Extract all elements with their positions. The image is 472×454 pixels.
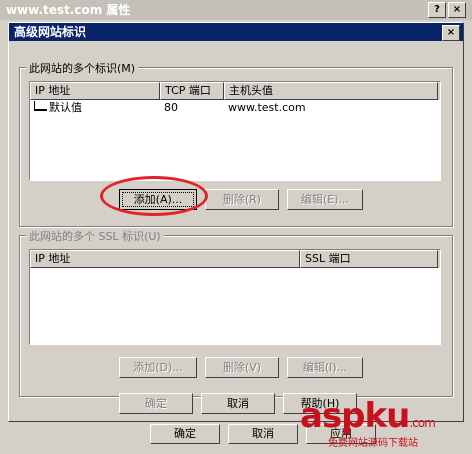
host-value: www.test.com	[228, 101, 306, 114]
edit-identity-button[interactable]: 编辑(E)...	[287, 189, 363, 210]
ip-cell: 默认值	[30, 100, 160, 116]
multi-identity-legend: 此网站的多个标识(M)	[26, 60, 139, 76]
dialog-titlebar: 高级网站标识 ×	[9, 23, 463, 41]
port-value: 80	[164, 101, 178, 114]
ip-value: 默认值	[49, 101, 82, 114]
column-ip-address[interactable]: IP 地址	[30, 82, 160, 100]
remove-identity-button[interactable]: 删除(R)	[205, 189, 279, 210]
background-ok-button[interactable]: 确定	[150, 424, 220, 444]
background-window-title: www.test.com 属性	[6, 3, 131, 17]
highlight-circle	[100, 176, 208, 216]
ssl-list-header: IP 地址 SSL 端口	[30, 250, 440, 268]
network-adapter-icon	[34, 101, 47, 111]
dialog-close-icon[interactable]: ×	[442, 25, 460, 41]
add-ssl-button[interactable]: 添加(D)...	[119, 357, 197, 378]
close-icon[interactable]: ×	[448, 2, 466, 18]
column-ssl-port[interactable]: SSL 端口	[300, 250, 438, 268]
watermark-tagline: 免费网站源码下载站	[328, 438, 418, 449]
cancel-button[interactable]: 取消	[201, 393, 275, 414]
ok-button[interactable]: 确定	[119, 393, 193, 414]
column-ssl-ip-address[interactable]: IP 地址	[30, 250, 300, 268]
watermark-domain-suffix: .com	[409, 416, 435, 430]
edit-ssl-button[interactable]: 编辑(I)...	[287, 357, 363, 378]
watermark-brand: aspku	[300, 396, 410, 436]
dialog-title: 高级网站标识	[14, 25, 87, 39]
table-row[interactable]: 默认值 80 www.test.com	[30, 100, 440, 116]
ssl-identity-list[interactable]: IP 地址 SSL 端口	[29, 249, 441, 345]
column-tcp-port[interactable]: TCP 端口	[160, 82, 224, 100]
list-header: IP 地址 TCP 端口 主机头值	[30, 82, 440, 100]
multi-identity-list[interactable]: IP 地址 TCP 端口 主机头值 默认值 80 www.test.com	[29, 81, 441, 181]
advanced-website-identification-dialog: 高级网站标识 × 此网站的多个标识(M) IP 地址 TCP 端口 主机头值 默…	[8, 22, 464, 422]
background-window-titlebar: www.test.com 属性 ? ×	[0, 0, 472, 20]
help-button[interactable]: ?	[428, 2, 446, 18]
column-host-header[interactable]: 主机头值	[224, 82, 438, 100]
remove-ssl-button[interactable]: 删除(V)	[205, 357, 279, 378]
ssl-identity-legend: 此网站的多个 SSL 标识(U)	[26, 228, 164, 244]
background-cancel-button[interactable]: 取消	[228, 424, 298, 444]
aspku-watermark-logo: aspku.com	[300, 396, 436, 436]
